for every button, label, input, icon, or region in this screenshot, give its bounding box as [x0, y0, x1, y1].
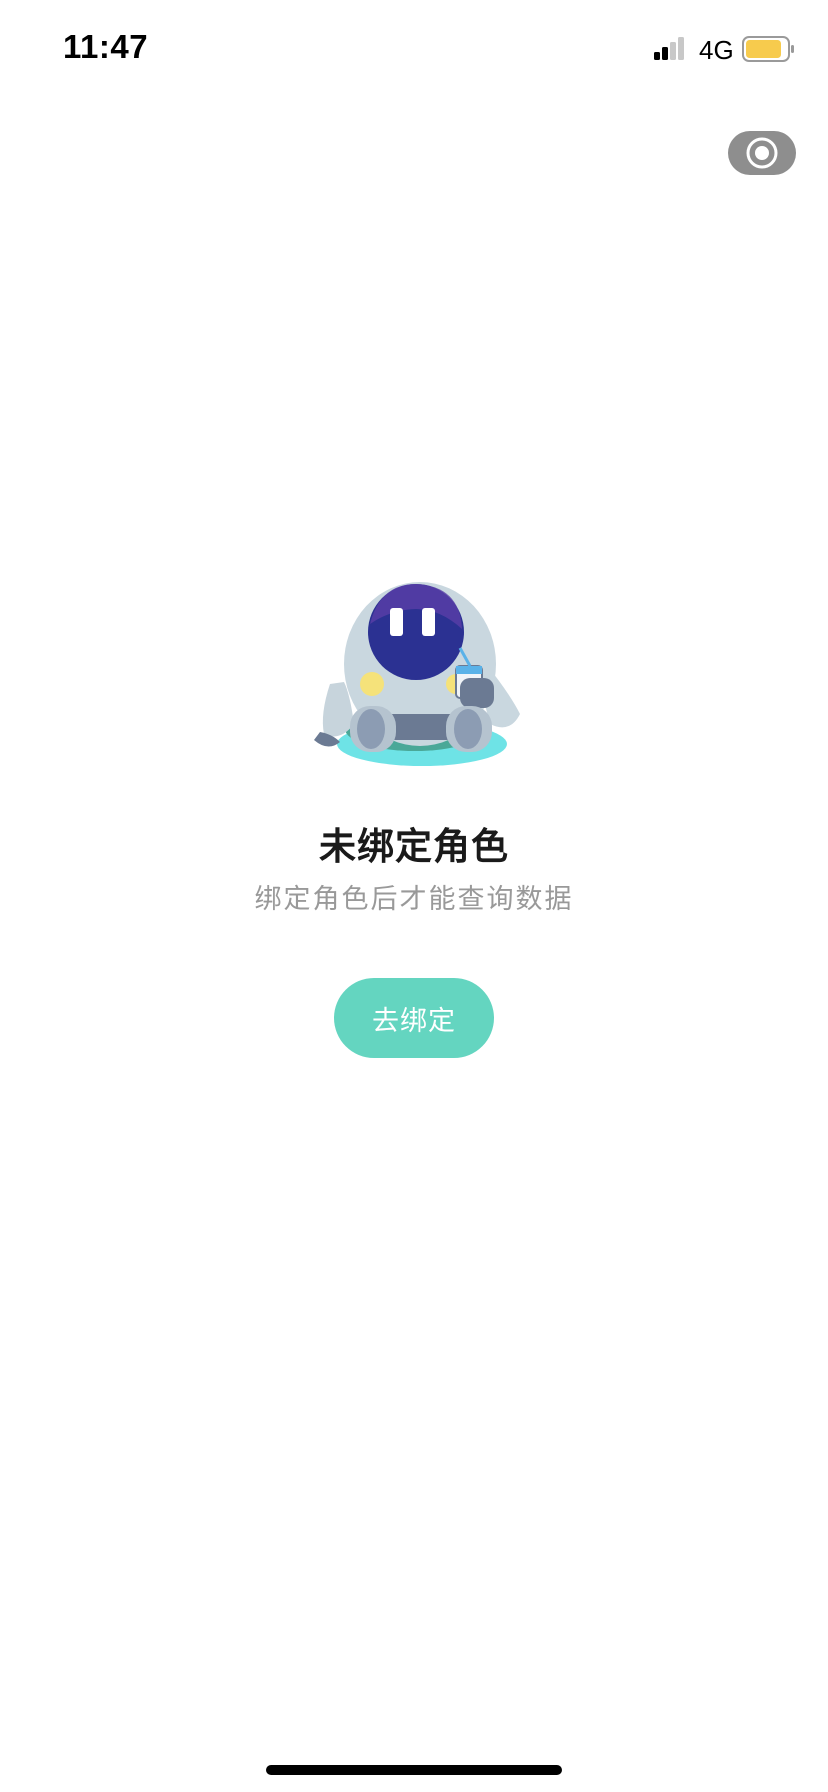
robot-mascot-illustration: [314, 582, 520, 766]
go-bind-button[interactable]: 去绑定: [334, 978, 494, 1058]
record-capsule-button[interactable]: [728, 131, 796, 175]
network-type-label: 4G: [699, 35, 734, 65]
empty-state-subtitle: 绑定角色后才能查询数据: [254, 884, 574, 915]
battery-icon: [742, 36, 794, 62]
signal-bars-icon: [654, 37, 684, 60]
empty-state-title: 未绑定角色: [319, 825, 509, 868]
record-target-icon: [746, 137, 778, 169]
status-time: 11:47: [63, 28, 149, 65]
home-indicator[interactable]: [266, 1765, 562, 1775]
status-bar: 11:47 4G: [0, 0, 828, 100]
